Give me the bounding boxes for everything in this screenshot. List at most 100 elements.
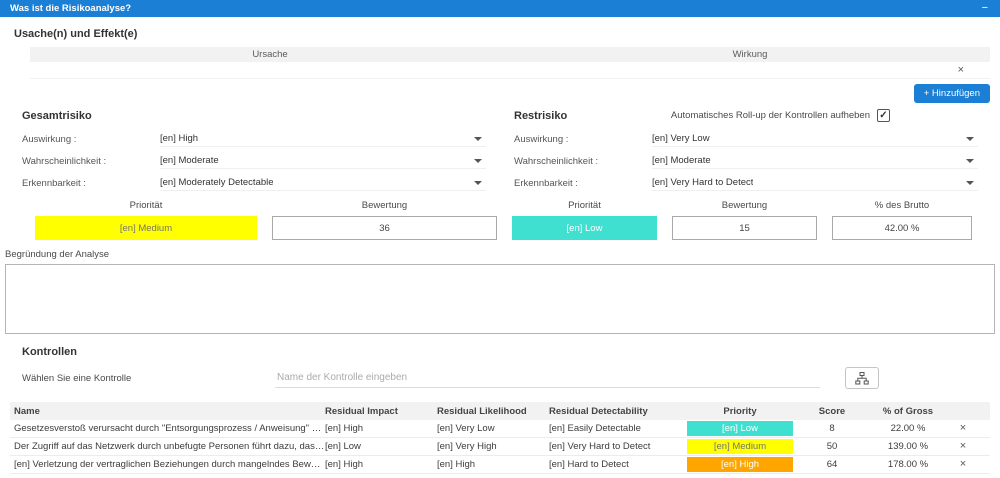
gross-detectability-value: [en] Moderately Detectable xyxy=(160,177,274,188)
controls-table-header: Name Residual Impact Residual Likelihood… xyxy=(10,402,990,420)
rollup-checkbox[interactable] xyxy=(877,109,890,122)
gross-impact-label: Auswirkung : xyxy=(22,133,77,145)
control-percent: 178.00 % xyxy=(887,459,929,470)
control-percent: 139.00 % xyxy=(887,441,929,452)
remove-control-button[interactable]: × xyxy=(960,440,966,452)
remove-control-button[interactable]: × xyxy=(960,458,966,470)
residual-priority-group: Priorität [en] Low xyxy=(512,200,657,240)
remove-row-button[interactable]: × xyxy=(958,64,964,76)
control-row: [en] Verletzung der vertraglichen Bezieh… xyxy=(10,456,990,474)
cause-effect-section-title: Usache(n) und Effekt(e) xyxy=(14,28,138,40)
chevron-down-icon xyxy=(474,180,482,185)
gross-score-label: Bewertung xyxy=(361,200,408,211)
percent-gross-value: 42.00 % xyxy=(832,216,972,240)
residual-detectability-row: Erkennbarkeit : [en] Very Hard to Detect xyxy=(514,172,978,194)
effect-cell[interactable] xyxy=(494,62,958,78)
col-score: Score xyxy=(818,405,846,417)
residual-risk-title: Restrisiko xyxy=(514,109,568,122)
rollup-toggle[interactable]: Automatisches Roll-up der Kontrollen auf… xyxy=(671,109,890,122)
chevron-down-icon xyxy=(966,180,974,185)
gross-priority-badge: [en] Medium xyxy=(35,216,257,240)
priority-badge: [en] Low xyxy=(687,421,793,436)
add-button[interactable]: + Hinzufügen xyxy=(913,84,990,103)
risk-panels: Gesamtrisiko Auswirkung : [en] High Wahr… xyxy=(10,107,990,194)
col-residual-impact: Residual Impact xyxy=(325,405,398,417)
control-score: 50 xyxy=(826,441,838,452)
percent-gross-label: % des Brutto xyxy=(874,200,930,211)
cause-cell[interactable] xyxy=(30,62,494,78)
gross-risk-title: Gesamtrisiko xyxy=(22,109,92,122)
col-residual-likelihood: Residual Likelihood xyxy=(437,405,527,417)
residual-risk-panel: Restrisiko Automatisches Roll-up der Kon… xyxy=(508,107,990,194)
control-detectability: [en] Hard to Detect xyxy=(549,459,629,470)
residual-priority-badge: [en] Low xyxy=(512,216,657,240)
controls-section: Kontrollen Wählen Sie eine Kontrolle Nam… xyxy=(0,334,1000,474)
priority-score-row: Priorität [en] Medium Bewertung 36 Prior… xyxy=(10,200,990,240)
control-score: 64 xyxy=(826,459,838,470)
control-row: Gesetzesverstoß verursacht durch "Entsor… xyxy=(10,420,990,438)
gross-likelihood-value: [en] Moderate xyxy=(160,155,219,166)
analysis-textarea[interactable] xyxy=(5,264,995,334)
residual-score-value: 15 xyxy=(672,216,817,240)
gross-likelihood-row: Wahrscheinlichkeit : [en] Moderate xyxy=(22,150,486,172)
minimize-button[interactable]: − xyxy=(982,3,988,14)
residual-score-group: Bewertung 15 xyxy=(672,200,817,240)
gross-priority-label: Priorität xyxy=(129,200,163,211)
dialog-titlebar: Was ist die Risikoanalyse? − xyxy=(0,0,1000,17)
dialog-title: Was ist die Risikoanalyse? xyxy=(10,3,132,14)
analysis-section: Begründung der Analyse xyxy=(5,249,995,334)
residual-impact-label: Auswirkung : xyxy=(514,133,569,145)
cause-column-header: Ursache xyxy=(252,49,288,60)
residual-detectability-label: Erkennbarkeit : xyxy=(514,177,578,189)
gross-detectability-label: Erkennbarkeit : xyxy=(22,177,86,189)
residual-likelihood-select[interactable]: [en] Moderate xyxy=(652,153,978,169)
gross-risk-panel: Gesamtrisiko Auswirkung : [en] High Wahr… xyxy=(10,107,508,194)
control-impact: [en] High xyxy=(325,423,364,434)
control-name: Gesetzesverstoß verursacht durch "Entsor… xyxy=(14,423,325,434)
residual-likelihood-row: Wahrscheinlichkeit : [en] Moderate xyxy=(514,150,978,172)
rollup-label: Automatisches Roll-up der Kontrollen auf… xyxy=(670,110,870,121)
residual-impact-row: Auswirkung : [en] Very Low xyxy=(514,128,978,150)
col-name: Name xyxy=(14,405,40,417)
control-impact: [en] Low xyxy=(325,441,361,452)
gross-detectability-select[interactable]: [en] Moderately Detectable xyxy=(160,175,486,191)
effect-column-header: Wirkung xyxy=(732,49,768,60)
control-impact: [en] High xyxy=(325,459,364,470)
control-name: [en] Verletzung der vertraglichen Bezieh… xyxy=(14,459,325,470)
controls-table: Name Residual Impact Residual Likelihood… xyxy=(10,402,990,474)
chevron-down-icon xyxy=(966,136,974,141)
chevron-down-icon xyxy=(474,158,482,163)
chevron-down-icon xyxy=(474,136,482,141)
gross-detectability-row: Erkennbarkeit : [en] Moderately Detectab… xyxy=(22,172,486,194)
residual-detectability-select[interactable]: [en] Very Hard to Detect xyxy=(652,175,978,191)
control-picker-row: Wählen Sie eine Kontrolle xyxy=(22,367,990,389)
control-likelihood: [en] Very Low xyxy=(437,423,495,434)
remove-control-button[interactable]: × xyxy=(960,422,966,434)
cause-effect-table-header: Ursache Wirkung xyxy=(30,47,990,62)
gross-impact-select[interactable]: [en] High xyxy=(160,131,486,147)
cause-effect-table: Ursache Wirkung × xyxy=(30,47,990,79)
control-score: 8 xyxy=(829,423,835,434)
control-hierarchy-button[interactable] xyxy=(845,367,879,389)
cause-effect-row: × xyxy=(30,62,990,79)
gross-score-group: Bewertung 36 xyxy=(272,200,497,240)
percent-gross-group: % des Brutto 42.00 % xyxy=(832,200,972,240)
controls-title: Kontrollen xyxy=(22,346,77,358)
chevron-down-icon xyxy=(966,158,974,163)
residual-likelihood-value: [en] Moderate xyxy=(652,155,711,166)
hierarchy-icon xyxy=(855,371,869,384)
residual-likelihood-label: Wahrscheinlichkeit : xyxy=(514,155,599,167)
gross-score-value: 36 xyxy=(272,216,497,240)
gross-priority-group: Priorität [en] Medium xyxy=(35,200,257,240)
control-search-input[interactable] xyxy=(275,368,820,388)
gross-likelihood-select[interactable]: [en] Moderate xyxy=(160,153,486,169)
residual-priority-label: Priorität xyxy=(568,200,601,211)
residual-impact-select[interactable]: [en] Very Low xyxy=(652,131,978,147)
col-percent-gross: % of Gross xyxy=(882,405,934,417)
col-priority: Priority xyxy=(723,405,757,417)
control-likelihood: [en] Very High xyxy=(437,441,497,452)
control-picker-label: Wählen Sie eine Kontrolle xyxy=(22,372,132,384)
priority-badge: [en] Medium xyxy=(687,439,793,454)
gross-impact-row: Auswirkung : [en] High xyxy=(22,128,486,150)
gross-impact-value: [en] High xyxy=(160,133,199,144)
